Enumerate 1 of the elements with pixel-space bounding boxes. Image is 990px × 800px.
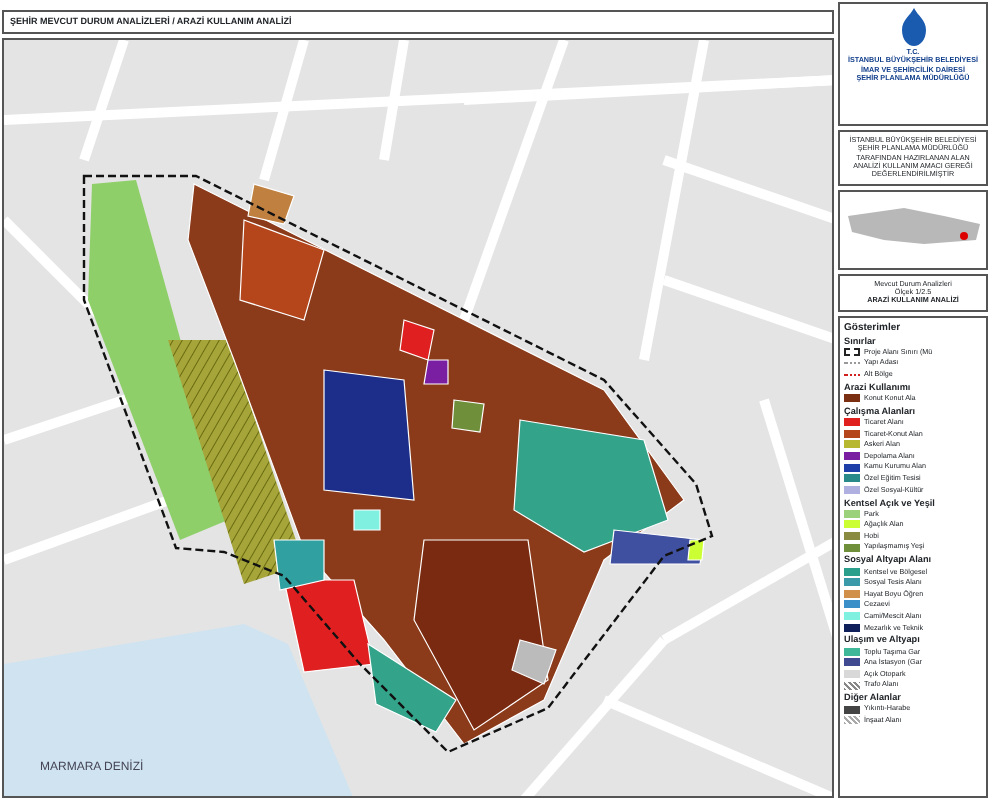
municipality-logo-icon: [899, 8, 927, 48]
